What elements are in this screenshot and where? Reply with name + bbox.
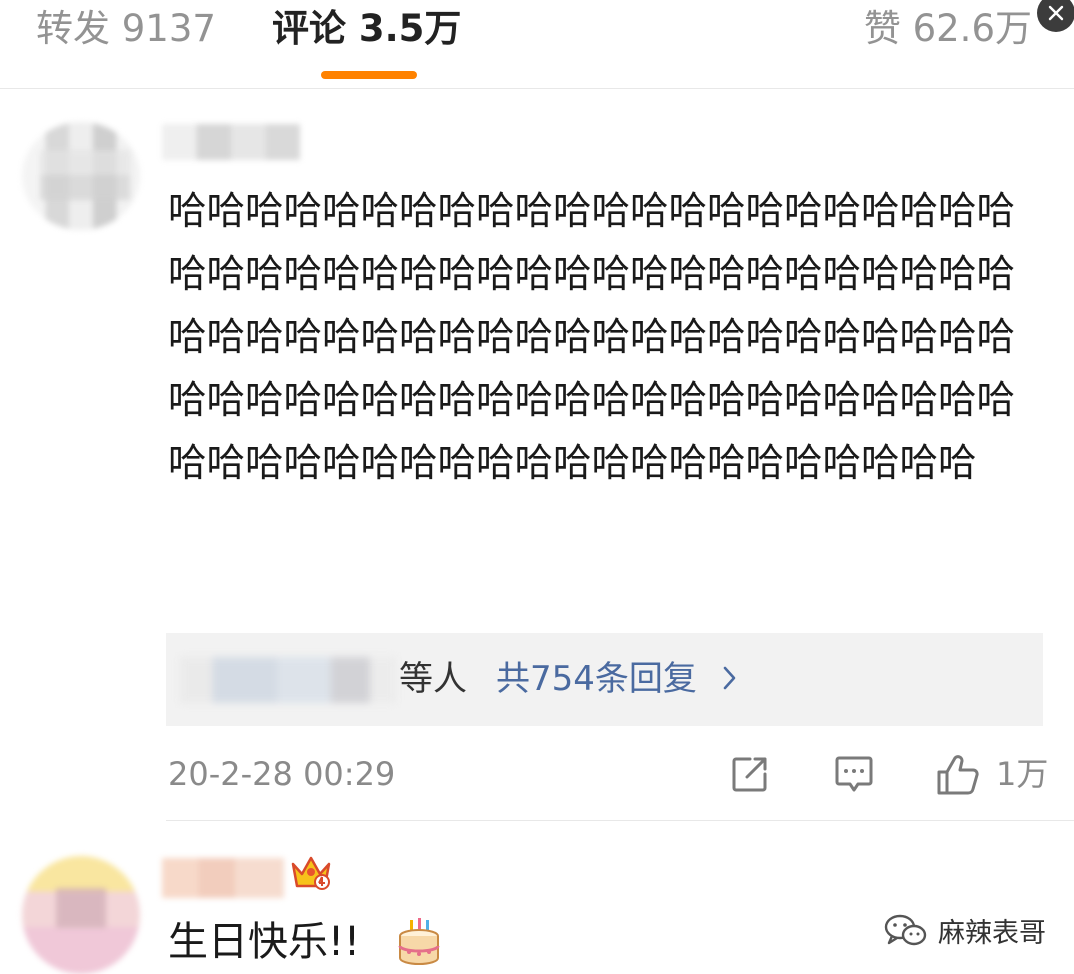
crown-icon <box>291 856 331 890</box>
like-count: 1万 <box>996 755 1049 793</box>
avatar-pixel-overlay <box>56 888 106 928</box>
reply-suffix: 等人 <box>399 659 467 699</box>
avatar-pixel-overlay <box>40 150 130 200</box>
close-button[interactable] <box>1037 0 1074 32</box>
username[interactable] <box>162 124 300 160</box>
wechat-icon <box>884 914 927 946</box>
watermark: 麻辣表哥 <box>884 912 1046 949</box>
tab-repost[interactable]: 转发 9137 <box>36 6 216 52</box>
comment-text: 哈哈哈哈哈哈哈哈哈哈哈哈哈哈哈哈哈哈哈哈哈哈哈哈哈哈哈哈哈哈哈哈哈哈哈哈哈哈哈哈… <box>168 189 1016 486</box>
username[interactable] <box>162 858 284 898</box>
comment-divider <box>166 820 1074 821</box>
comment-timestamp: 20-2-28 00:29 <box>168 755 396 793</box>
watermark-label: 麻辣表哥 <box>938 917 1046 949</box>
chevron-right-icon <box>723 666 736 690</box>
close-icon <box>1048 5 1064 21</box>
tab-like[interactable]: 赞 62.6万 <box>864 6 1032 52</box>
comment-icon[interactable] <box>834 754 874 794</box>
reply-summary[interactable]: 等人 共754条回复 <box>166 633 1043 726</box>
thumbs-up-icon[interactable] <box>936 754 980 796</box>
birthday-cake-icon <box>398 918 440 965</box>
active-tab-indicator <box>321 71 417 79</box>
reply-count-link[interactable]: 共754条回复 <box>496 656 697 702</box>
reply-usernames <box>180 657 396 703</box>
comment-text: 生日快乐!! <box>168 919 361 965</box>
tab-comment[interactable]: 评论 3.5万 <box>272 6 461 52</box>
share-icon[interactable] <box>730 754 770 794</box>
tab-bar: 转发 9137 评论 3.5万 赞 62.6万 <box>0 0 1074 89</box>
